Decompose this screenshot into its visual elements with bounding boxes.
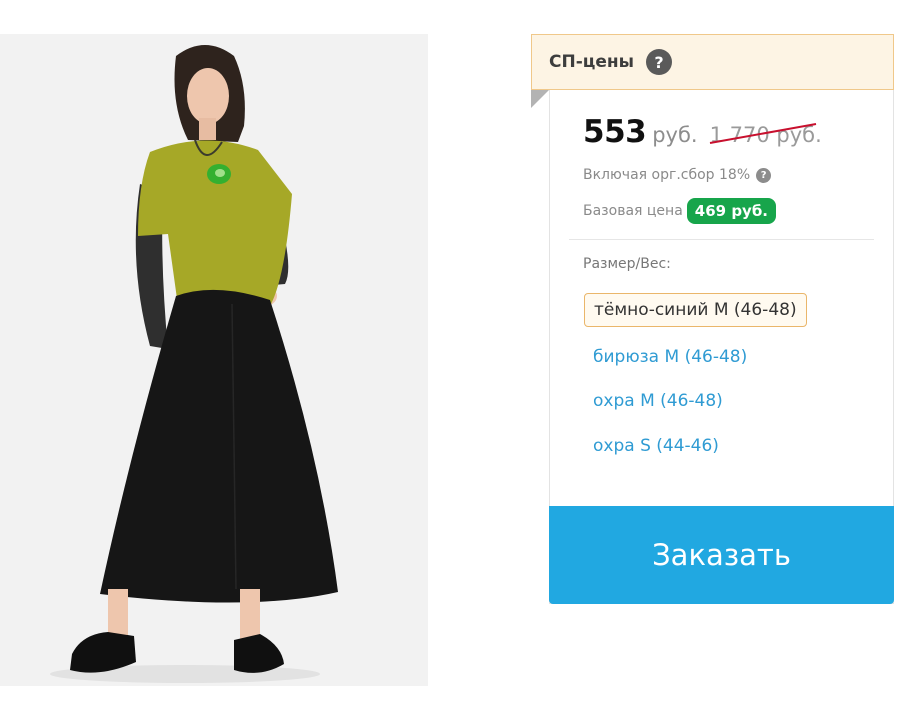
product-photo[interactable] <box>0 34 428 686</box>
size-option[interactable]: охра S (44-46) <box>584 429 728 463</box>
size-label: Размер/Вес: <box>583 256 671 272</box>
price-row: 553 руб. 1 770 руб. <box>583 114 822 150</box>
size-option[interactable]: бирюза M (46-48) <box>584 340 756 374</box>
current-price: 553 <box>583 114 647 150</box>
base-price-row: Базовая цена 469 руб. <box>583 198 777 224</box>
old-price: 1 770 руб. <box>709 123 822 147</box>
divider <box>569 239 874 240</box>
strikethrough-line <box>709 123 816 144</box>
currency-label: руб. <box>652 123 698 147</box>
fee-help-icon[interactable]: ? <box>756 167 772 183</box>
base-price-label: Базовая цена <box>583 203 683 219</box>
ribbon-fold <box>531 90 549 108</box>
order-button[interactable]: Заказать <box>549 506 894 604</box>
fee-info: Включая орг.сбор 18% ? <box>583 167 772 183</box>
size-option[interactable]: охра M (46-48) <box>584 384 732 418</box>
product-photo-illustration <box>0 34 428 686</box>
sp-prices-header: СП-цены ? <box>531 34 894 90</box>
size-option[interactable]: тёмно-синий M (46-48) <box>584 293 807 327</box>
base-price-badge: 469 руб. <box>686 198 777 224</box>
sp-prices-help-icon[interactable]: ? <box>646 49 673 75</box>
fee-text: Включая орг.сбор 18% <box>583 167 751 183</box>
sp-prices-title: СП-цены <box>549 52 635 72</box>
